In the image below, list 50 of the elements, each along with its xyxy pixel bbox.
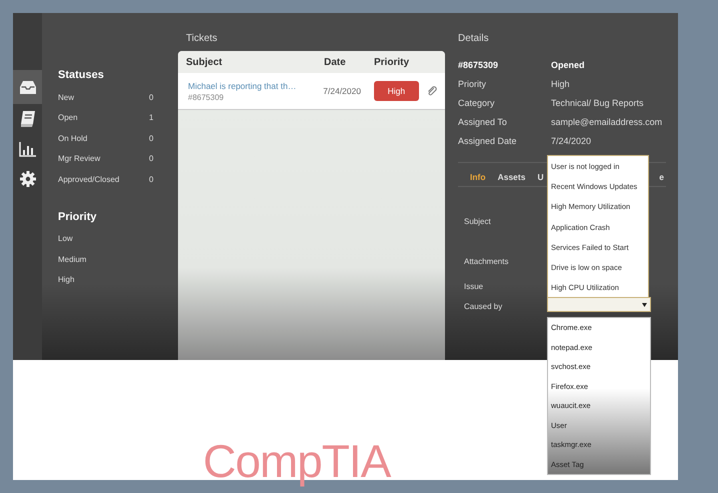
status-filter[interactable]: On Hold — [58, 134, 149, 143]
form-label: Caused by — [464, 302, 502, 312]
panel-title: Details — [458, 33, 489, 45]
settings-icon — [20, 171, 36, 187]
status-filter[interactable]: Approved/Closed — [58, 174, 149, 184]
ticket-date: 7/24/2020 — [322, 86, 362, 96]
tab[interactable]: U — [537, 172, 544, 182]
ticket-id: #8675309 — [188, 92, 225, 102]
inbox-icon — [20, 80, 36, 94]
status-filter[interactable]: New — [58, 92, 149, 102]
ticket-subject-link[interactable]: Michael is reporting that th… — [188, 80, 310, 90]
ticket-row[interactable]: Michael is reporting that th… #8675309 7/24/2020 High — [178, 73, 445, 110]
nav-button[interactable] — [13, 70, 42, 104]
caret-icon — [642, 302, 647, 306]
ticket-status: Opened — [551, 60, 585, 70]
panel-title: Tickets — [186, 33, 218, 45]
field-value: sample@emailaddress.com — [551, 116, 662, 126]
column-header: Date — [324, 56, 347, 68]
tab[interactable]: e — [659, 172, 664, 182]
bar-chart-icon — [19, 142, 36, 156]
book-icon — [20, 111, 35, 127]
tab[interactable]: Info — [470, 172, 486, 182]
section-title: Statuses — [58, 69, 105, 81]
status-count: 1 — [149, 113, 154, 122]
field-label: Assigned To — [458, 116, 508, 126]
logo: CompTIA — [203, 438, 390, 484]
priority-filter[interactable]: High — [58, 275, 149, 284]
form-label: Attachments — [464, 257, 508, 267]
column-header: Priority — [374, 56, 410, 68]
section-title: Priority — [58, 210, 98, 222]
form-label: Subject — [464, 217, 491, 227]
priority-filter[interactable]: Low — [58, 234, 149, 244]
field-label: Assigned Date — [458, 136, 518, 146]
field-label: Priority — [458, 78, 488, 88]
status-filter[interactable]: Open — [58, 113, 149, 122]
column-header: Subject — [186, 56, 224, 68]
priority-badge: High — [374, 81, 420, 101]
field-value: Technical/ Bug Reports — [551, 98, 644, 108]
status-count: 0 — [149, 92, 154, 102]
field-value: High — [551, 78, 570, 88]
status-count: 0 — [149, 154, 154, 164]
form-label: Issue — [464, 282, 484, 292]
status-count: 0 — [149, 134, 154, 143]
priority-filter[interactable]: Medium — [58, 254, 149, 264]
status-filter[interactable]: Mgr Review — [58, 154, 149, 164]
field-value: 7/24/2020 — [551, 136, 592, 146]
field-label: Category — [458, 98, 496, 108]
ticket-number: #8675309 — [458, 60, 500, 70]
tab[interactable]: Assets — [498, 172, 526, 182]
status-count: 0 — [149, 174, 154, 184]
